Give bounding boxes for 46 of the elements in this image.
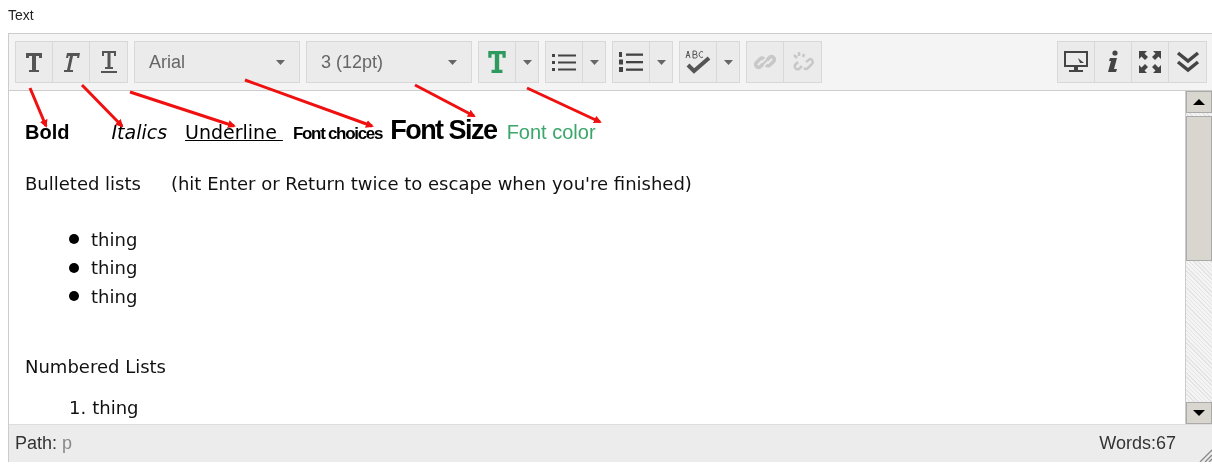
sample-text: Underline [185,121,278,143]
text-color-icon [486,50,508,74]
bullet-icon [69,262,79,273]
scroll-down-button[interactable] [1186,402,1212,424]
sample-text: Font choices [292,124,383,144]
fullscreen-icon [1138,50,1162,74]
scroll-thumb[interactable] [1186,116,1212,261]
body-text: (hit Enter or Return twice to escape when you're finished) [170,173,692,196]
resize-grip-icon[interactable] [1198,448,1212,462]
bullet-icon [69,291,79,302]
annotation-arrow [414,83,476,118]
sample-text: Italics [111,121,168,143]
caret-icon [589,59,599,65]
numbered-list-icon [619,51,643,73]
list-item: thing [92,397,139,418]
sample-text: Font color [506,121,596,144]
caret-icon [276,59,285,65]
list-item: thing [91,285,138,307]
path-text: p [62,433,73,454]
body-text: Numbered Lists [25,356,166,377]
path-label: Path: [15,433,58,454]
caret-icon [522,59,532,65]
caret-icon [656,59,666,65]
underline-icon [98,50,119,74]
monitor-icon [1063,50,1089,74]
scrollbar[interactable] [1185,91,1212,424]
field-label: Text [7,6,35,25]
list-item: thing [91,257,138,279]
body-text: Bulleted lists [25,173,141,196]
up-arrow-icon [1193,99,1205,105]
word-count: Words:67 [1099,433,1176,454]
list-number: 1. [69,397,87,418]
bold-icon [24,51,44,73]
caret-icon [448,59,457,65]
scroll-up-button[interactable] [1186,91,1212,113]
bullet-list-icon [552,52,576,72]
down-arrow-icon [1193,410,1205,416]
sample-text: Font Size [390,115,497,146]
bullet-icon [69,234,79,245]
italic-icon [61,51,81,73]
info-icon [1106,50,1120,74]
spellcheck-icon [685,49,711,75]
sample-text: Bold [25,121,70,144]
double-chevron-icon [1175,50,1200,74]
caret-icon [723,59,733,65]
list-item: thing [91,228,138,250]
